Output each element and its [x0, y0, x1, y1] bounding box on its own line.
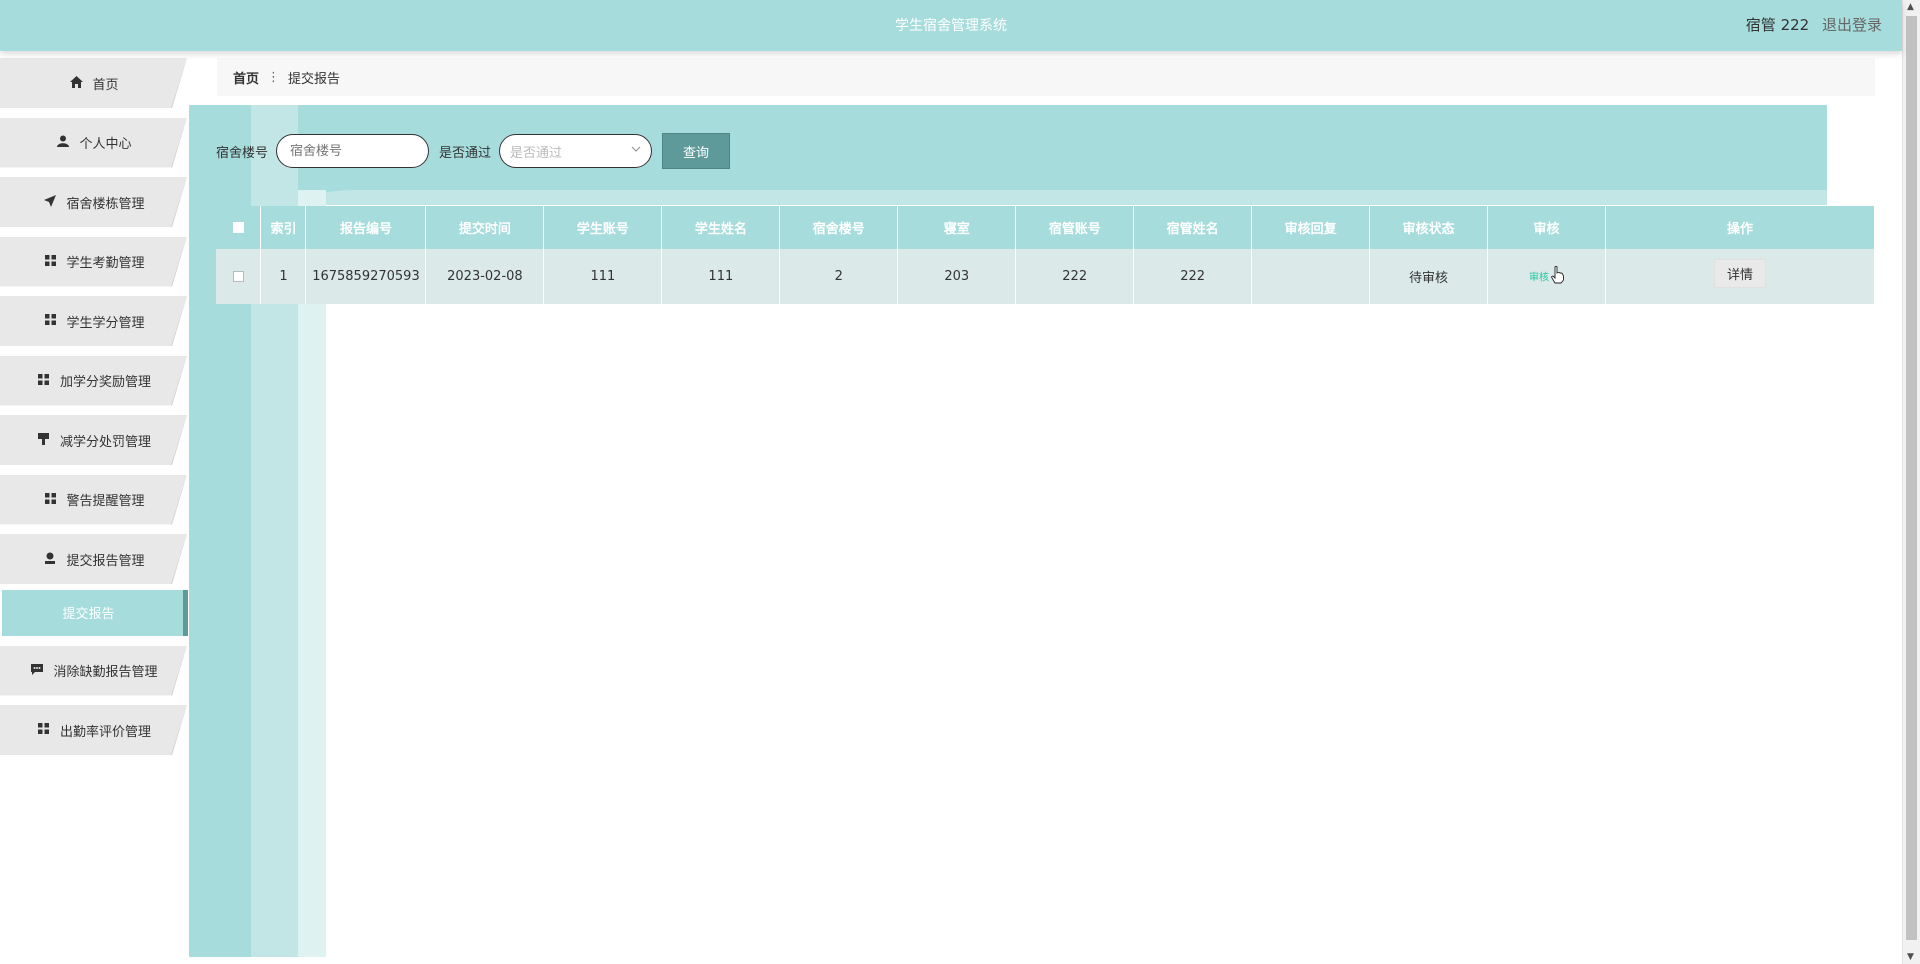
- user-name: 宿管 222: [1745, 16, 1810, 34]
- filter-row: 宿舍楼号 是否通过 是否通过 查询: [216, 133, 731, 169]
- user-icon: [55, 135, 71, 150]
- sidebar-item-attendance[interactable]: 学生考勤管理: [0, 236, 187, 287]
- audit-link[interactable]: 审核: [1529, 272, 1549, 283]
- sidebar-item-label: 加学分奖励管理: [59, 375, 151, 390]
- cell-dorm-no: 2: [779, 249, 899, 304]
- col-header: 审核回复: [1251, 206, 1371, 249]
- cell-audit-status: 待审核: [1369, 249, 1489, 304]
- cell-room: 203: [897, 249, 1017, 304]
- hand-cursor-icon: [1551, 265, 1564, 288]
- cell-report-no: 1675859270593: [305, 249, 427, 304]
- sidebar-item-dorm-building[interactable]: 宿舍楼栋管理: [0, 177, 187, 227]
- breadcrumb-home[interactable]: 首页: [233, 68, 259, 87]
- sidebar-item-credits[interactable]: 学生学分管理: [0, 296, 187, 346]
- col-header: 操作: [1605, 206, 1876, 249]
- breadcrumb: 首页 ⋮ 提交报告: [217, 58, 1875, 96]
- chevron-down-icon: [631, 144, 641, 157]
- decor-curve: [298, 190, 1827, 205]
- grid-icon: [42, 492, 58, 507]
- col-header: 宿管姓名: [1133, 206, 1253, 249]
- cell-admin-account: 222: [1015, 249, 1135, 304]
- sidebar: 首页 个人中心 宿舍楼栋管理 学生考勤管理 学生学分管理 加学分奖励管理 减学分…: [0, 58, 190, 765]
- col-header: 审核状态: [1369, 206, 1489, 249]
- col-header: 学生姓名: [661, 206, 781, 249]
- col-header: 审核: [1487, 206, 1606, 249]
- sidebar-item-label: 提交报告管理: [66, 553, 145, 569]
- cell-index: 1: [260, 249, 307, 304]
- comment-icon: [29, 663, 45, 678]
- person-icon: [42, 552, 58, 567]
- col-header: 报告编号: [305, 206, 427, 249]
- sidebar-item-penalty[interactable]: 减学分处罚管理: [0, 415, 187, 465]
- dorm-label: 宿舍楼号: [216, 145, 269, 161]
- scroll-down-icon[interactable]: ▼: [1907, 952, 1914, 962]
- grid-icon: [36, 373, 52, 388]
- send-icon: [42, 194, 58, 210]
- scroll-up-icon[interactable]: ▲: [1907, 2, 1914, 12]
- sidebar-item-attendance-rating[interactable]: 出勤率评价管理: [0, 705, 187, 755]
- dorm-input[interactable]: [276, 134, 430, 168]
- col-header: 学生账号: [543, 206, 663, 249]
- sidebar-item-absence-report[interactable]: 消除缺勤报告管理: [0, 645, 187, 696]
- col-header: 寝室: [897, 206, 1017, 249]
- sidebar-item-label: 学生学分管理: [66, 315, 145, 331]
- sidebar-item-label: 警告提醒管理: [66, 494, 145, 509]
- top-bar: 学生宿舍管理系统 宿管 222 退出登录: [0, 0, 1902, 51]
- query-button[interactable]: 查询: [662, 133, 731, 169]
- cell-admin-name: 222: [1133, 249, 1253, 304]
- cell-audit-reply: [1251, 249, 1371, 304]
- grid-icon: [42, 254, 58, 269]
- sidebar-item-warning[interactable]: 警告提醒管理: [0, 474, 187, 525]
- cell-submit-time: 2023-02-08: [425, 249, 545, 304]
- cell-student-account: 111: [543, 249, 663, 304]
- grid-icon: [36, 723, 52, 737]
- grid-icon: [42, 314, 58, 328]
- pass-label: 是否通过: [439, 145, 492, 161]
- home-icon: [68, 75, 84, 91]
- user-area: 宿管 222 退出登录: [1746, 14, 1882, 35]
- select-all-checkbox[interactable]: [216, 206, 262, 249]
- col-header: 宿管账号: [1015, 206, 1135, 249]
- sidebar-item-label: 宿舍楼栋管理: [66, 196, 145, 212]
- pass-select-placeholder: 是否通过: [510, 145, 563, 161]
- stamp-icon: [36, 432, 52, 448]
- cell-student-name: 111: [661, 249, 781, 304]
- sidebar-item-report[interactable]: 提交报告管理: [0, 534, 187, 584]
- logout-link[interactable]: 退出登录: [1822, 16, 1882, 34]
- sidebar-item-profile[interactable]: 个人中心: [0, 117, 187, 168]
- sidebar-subitem-submit-report[interactable]: 提交报告: [2, 589, 188, 636]
- sidebar-item-label: 消除缺勤报告管理: [53, 665, 158, 680]
- vertical-scrollbar[interactable]: ▲ ▼: [1902, 0, 1920, 964]
- sidebar-item-label: 首页: [92, 77, 119, 93]
- row-checkbox[interactable]: [216, 249, 262, 304]
- sidebar-item-label: 出勤率评价管理: [59, 724, 151, 740]
- breadcrumb-current: 提交报告: [288, 71, 341, 87]
- scrollbar-thumb[interactable]: [1906, 16, 1917, 940]
- sidebar-item-reward[interactable]: 加学分奖励管理: [0, 355, 187, 406]
- pass-select[interactable]: 是否通过: [499, 134, 653, 168]
- decor-strip: [298, 190, 326, 957]
- sidebar-item-label: 个人中心: [79, 137, 132, 152]
- sidebar-item-label: 减学分处罚管理: [59, 434, 151, 450]
- report-table: 索引 报告编号 提交时间 学生账号 学生姓名 宿舍楼号 寝室 宿管账号 宿管姓名…: [216, 206, 1876, 304]
- table-header-row: 索引 报告编号 提交时间 学生账号 学生姓名 宿舍楼号 寝室 宿管账号 宿管姓名…: [216, 206, 1876, 249]
- detail-button[interactable]: 详情: [1713, 259, 1766, 288]
- table-row: 1 1675859270593 2023-02-08 111 111 2 203…: [216, 249, 1876, 304]
- breadcrumb-separator-icon: ⋮: [267, 69, 281, 85]
- col-header: 提交时间: [425, 206, 545, 249]
- sidebar-item-label: 学生考勤管理: [66, 256, 145, 271]
- col-header: 宿舍楼号: [779, 206, 899, 249]
- col-header: 索引: [260, 206, 307, 249]
- sidebar-item-home[interactable]: 首页: [0, 58, 187, 108]
- cell-actions: 详情: [1605, 249, 1876, 304]
- app-title: 学生宿舍管理系统: [895, 18, 1007, 34]
- cell-audit: 审核: [1487, 249, 1606, 304]
